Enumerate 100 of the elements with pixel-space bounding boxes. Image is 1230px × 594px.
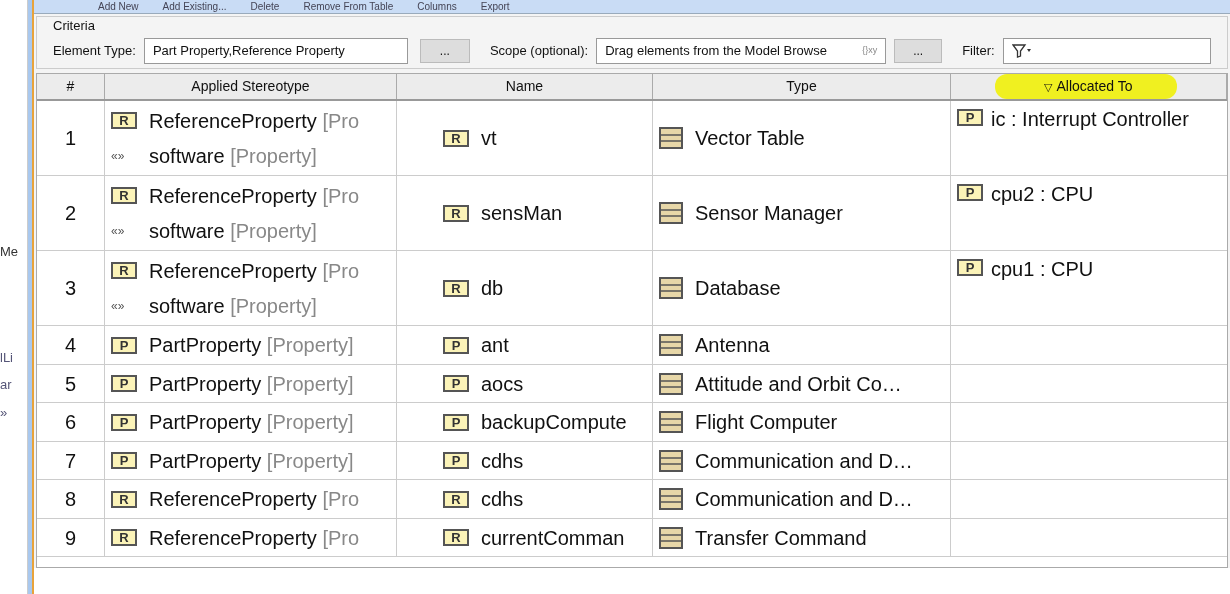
filter-icon[interactable] [1011,43,1032,58]
row-number: 8 [37,480,105,518]
class-icon [659,277,683,300]
type-text: Flight Computer [695,410,838,435]
stereotype-text: software [Property] [149,293,317,319]
stereotype-text: PartProperty [Property] [149,333,354,358]
badge-icon: P [443,413,469,431]
column-header[interactable]: ▽ Allocated To [951,73,1227,100]
name-text: vt [481,126,497,152]
badge-icon: P [957,184,983,202]
panel-text: lLi [0,348,13,367]
badge-icon: P [111,336,137,354]
name-text: aocs [481,371,524,397]
stereotype-text: ReferenceProperty [Pro [149,183,360,209]
badge-icon: P [957,259,983,277]
badge-icon: R [111,187,137,205]
badge-icon: P [111,452,137,469]
panel-text: ar [0,376,12,394]
column-header[interactable]: Type [653,73,951,100]
name-text: ant [481,333,509,358]
stereotype-text: ReferenceProperty [Pro [149,108,360,134]
row-number: 9 [37,518,105,557]
badge-icon: R [443,129,469,147]
name-text: backupCompute [481,410,627,435]
row-number: 7 [37,441,105,480]
field-label: Filter: [962,41,995,60]
badge-icon: R [111,529,137,546]
field-label: Element Type: [53,41,136,60]
type-text: Communication and D… [695,487,913,512]
class-icon [659,202,683,225]
type-text: Vector Table [695,126,805,152]
filter-field[interactable] [1002,37,1211,64]
stereotype-text: PartProperty [Property] [149,371,354,397]
class-icon [659,334,683,356]
badge-icon: P [443,336,469,354]
type-text: Attitude and Orbit Co… [695,371,902,397]
class-icon [659,411,683,433]
row-number: 6 [37,403,105,441]
element-type-field[interactable]: Part Property,Reference Property [143,37,408,64]
stereotype-text: software [Property] [149,218,317,244]
row-number: 3 [37,251,105,326]
class-icon [659,488,683,510]
badge-icon: P [443,375,469,392]
type-text: Antenna [695,333,770,358]
name-text: cdhs [481,487,524,512]
badge-icon: P [957,109,983,127]
badge-icon: R [443,279,469,297]
stereotype-text: ReferenceProperty [Pro [149,258,360,284]
stereotype-icon: «» [111,221,137,240]
panel-text: » [0,403,8,422]
allocated-text: ic : Interrupt Controller [991,109,1189,130]
allocated-text: cpu2 : CPU [991,184,1094,205]
badge-icon: R [111,112,137,130]
row-number: 4 [37,326,105,364]
badge-icon: R [111,262,137,280]
stereotype-text: PartProperty [Property] [149,410,354,435]
badge-icon: R [443,204,469,222]
column-header[interactable]: Name [397,73,653,100]
badge-icon: R [111,490,137,508]
column-header[interactable]: Applied Stereotype [105,73,397,100]
class-icon [659,526,683,549]
toolbar-button[interactable]: Remove From Table [303,1,394,12]
class-icon [659,127,683,150]
badge-icon: P [111,375,137,392]
browse-button[interactable]: ... [419,38,470,63]
name-text: db [481,276,504,302]
scope-field[interactable]: Drag elements from the Model Browse {}xy [596,37,887,64]
stereotype-icon: «» [111,296,137,315]
panel-text: Me [0,243,19,261]
column-header[interactable]: # [37,73,105,100]
row-number: 5 [37,364,105,403]
stereotype-text: ReferenceProperty [Pro [149,487,360,512]
allocated-text: cpu1 : CPU [991,259,1094,280]
browse-button[interactable]: ... [894,38,943,63]
toolbar-button[interactable]: Add New [98,1,139,12]
stereotype-icon: «» [111,146,137,165]
name-text: cdhs [481,448,524,474]
badge-icon: R [443,490,469,508]
toolbar-button[interactable]: Export [480,1,510,12]
badge-icon: P [111,413,137,431]
toolbar-button[interactable]: Delete [250,1,280,12]
row-number: 2 [37,176,105,251]
name-text: currentComman [481,525,625,551]
stereotype-text: ReferenceProperty [Pro [149,525,360,551]
class-icon [659,372,683,395]
type-text: Sensor Manager [695,201,843,227]
type-text: Communication and D… [695,448,913,474]
class-icon [659,449,683,472]
criteria-title: Criteria [53,17,96,35]
type-text: Transfer Command [695,525,867,551]
toolbar-button[interactable]: Add Existing... [162,1,227,12]
field-label: Scope (optional): [489,41,589,60]
row-number: 1 [37,101,105,176]
stereotype-text: software [Property] [149,143,317,169]
badge-icon: P [443,452,469,469]
badge-icon: R [443,529,469,546]
toolbar-button[interactable]: Columns [417,1,457,12]
name-text: sensMan [481,201,563,227]
stereotype-text: PartProperty [Property] [149,448,354,474]
type-text: Database [695,276,781,302]
